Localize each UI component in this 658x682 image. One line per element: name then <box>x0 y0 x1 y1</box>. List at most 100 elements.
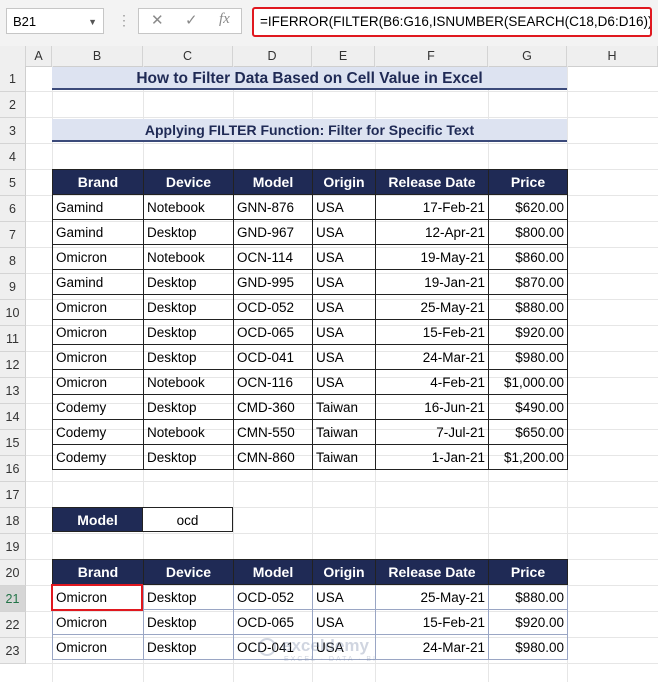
cell-model[interactable]: OCD-052 <box>233 584 313 610</box>
cell-price[interactable]: $980.00 <box>488 344 568 370</box>
row-header-15[interactable]: 15 <box>0 430 26 456</box>
cell-model[interactable]: OCD-065 <box>233 319 313 345</box>
cell-release-date[interactable]: 12-Apr-21 <box>375 219 489 245</box>
cell-brand[interactable]: Omicron <box>52 244 144 270</box>
cell-device[interactable]: Desktop <box>143 444 234 470</box>
select-all-corner[interactable] <box>0 46 26 66</box>
row-header-22[interactable]: 22 <box>0 612 26 638</box>
cell-origin[interactable]: Taiwan <box>312 394 376 420</box>
cell-brand[interactable]: Omicron <box>52 609 144 635</box>
cell-origin[interactable]: Taiwan <box>312 419 376 445</box>
cell-price[interactable]: $920.00 <box>488 609 568 635</box>
cell-device[interactable]: Desktop <box>143 634 234 660</box>
cell-price[interactable]: $920.00 <box>488 319 568 345</box>
cell-model[interactable]: OCN-114 <box>233 244 313 270</box>
cell-price[interactable]: $880.00 <box>488 584 568 610</box>
cell-brand[interactable]: Codemy <box>52 419 144 445</box>
cell-origin[interactable]: USA <box>312 344 376 370</box>
cancel-icon[interactable]: ✕ <box>151 11 164 29</box>
row-header-3[interactable]: 3 <box>0 118 26 144</box>
cell-device[interactable]: Desktop <box>143 319 234 345</box>
column-header-c[interactable]: C <box>143 46 233 66</box>
check-icon[interactable]: ✓ <box>185 11 198 29</box>
cell-brand[interactable]: Codemy <box>52 394 144 420</box>
cell-brand[interactable]: Omicron <box>52 344 144 370</box>
column-header-h[interactable]: H <box>567 46 658 66</box>
criteria-value-cell[interactable]: ocd <box>142 507 233 532</box>
row-header-18[interactable]: 18 <box>0 508 26 534</box>
row-header-4[interactable]: 4 <box>0 144 26 170</box>
column-header-e[interactable]: E <box>312 46 375 66</box>
cell-origin[interactable]: Taiwan <box>312 444 376 470</box>
cell-origin[interactable]: USA <box>312 609 376 635</box>
row-header-6[interactable]: 6 <box>0 196 26 222</box>
column-header-d[interactable]: D <box>233 46 312 66</box>
row-header-16[interactable]: 16 <box>0 456 26 482</box>
cell-model[interactable]: OCD-065 <box>233 609 313 635</box>
cell-release-date[interactable]: 15-Feb-21 <box>375 609 489 635</box>
cell-model[interactable]: OCD-041 <box>233 344 313 370</box>
cell-brand[interactable]: Omicron <box>52 319 144 345</box>
cell-origin[interactable]: USA <box>312 369 376 395</box>
cell-release-date[interactable]: 17-Feb-21 <box>375 194 489 220</box>
row-header-2[interactable]: 2 <box>0 92 26 118</box>
fx-icon[interactable]: fx <box>219 11 230 28</box>
cell-device[interactable]: Notebook <box>143 194 234 220</box>
cell-device[interactable]: Desktop <box>143 609 234 635</box>
cell-price[interactable]: $870.00 <box>488 269 568 295</box>
column-header-b[interactable]: B <box>52 46 143 66</box>
cell-origin[interactable]: USA <box>312 219 376 245</box>
cell-brand[interactable]: Omicron <box>52 369 144 395</box>
cell-brand[interactable]: Gamind <box>52 219 144 245</box>
cell-model[interactable]: OCD-041 <box>233 634 313 660</box>
cell-origin[interactable]: USA <box>312 269 376 295</box>
cell-release-date[interactable]: 7-Jul-21 <box>375 419 489 445</box>
cell-model[interactable]: OCN-116 <box>233 369 313 395</box>
row-header-7[interactable]: 7 <box>0 222 26 248</box>
column-header-g[interactable]: G <box>488 46 567 66</box>
cell-brand[interactable]: Omicron <box>52 634 144 660</box>
row-header-12[interactable]: 12 <box>0 352 26 378</box>
row-header-17[interactable]: 17 <box>0 482 26 508</box>
cell-brand[interactable]: Omicron <box>52 584 144 610</box>
cell-price[interactable]: $880.00 <box>488 294 568 320</box>
cell-brand[interactable]: Codemy <box>52 444 144 470</box>
cell-release-date[interactable]: 15-Feb-21 <box>375 319 489 345</box>
cell-device[interactable]: Desktop <box>143 294 234 320</box>
row-header-11[interactable]: 11 <box>0 326 26 352</box>
row-header-23[interactable]: 23 <box>0 638 26 664</box>
row-header-5[interactable]: 5 <box>0 170 26 196</box>
cell-price[interactable]: $490.00 <box>488 394 568 420</box>
cell-device[interactable]: Notebook <box>143 419 234 445</box>
cell-device[interactable]: Desktop <box>143 584 234 610</box>
cell-release-date[interactable]: 25-May-21 <box>375 584 489 610</box>
row-header-8[interactable]: 8 <box>0 248 26 274</box>
cell-model[interactable]: GND-995 <box>233 269 313 295</box>
cell-model[interactable]: GNN-876 <box>233 194 313 220</box>
cell-device[interactable]: Desktop <box>143 394 234 420</box>
cell-release-date[interactable]: 4-Feb-21 <box>375 369 489 395</box>
row-header-14[interactable]: 14 <box>0 404 26 430</box>
row-header-20[interactable]: 20 <box>0 560 26 586</box>
cell-device[interactable]: Desktop <box>143 219 234 245</box>
formula-input[interactable]: =IFERROR(FILTER(B6:G16,ISNUMBER(SEARCH(C… <box>252 7 652 37</box>
cell-device[interactable]: Notebook <box>143 369 234 395</box>
cell-device[interactable]: Desktop <box>143 344 234 370</box>
row-header-13[interactable]: 13 <box>0 378 26 404</box>
row-header-9[interactable]: 9 <box>0 274 26 300</box>
cell-origin[interactable]: USA <box>312 244 376 270</box>
cell-release-date[interactable]: 19-May-21 <box>375 244 489 270</box>
cell-brand[interactable]: Gamind <box>52 194 144 220</box>
cell-device[interactable]: Notebook <box>143 244 234 270</box>
cell-price[interactable]: $1,000.00 <box>488 369 568 395</box>
cell-origin[interactable]: USA <box>312 194 376 220</box>
cell-model[interactable]: CMN-860 <box>233 444 313 470</box>
cell-release-date[interactable]: 19-Jan-21 <box>375 269 489 295</box>
cell-price[interactable]: $650.00 <box>488 419 568 445</box>
cell-release-date[interactable]: 1-Jan-21 <box>375 444 489 470</box>
cell-origin[interactable]: USA <box>312 319 376 345</box>
cell-release-date[interactable]: 16-Jun-21 <box>375 394 489 420</box>
cell-model[interactable]: OCD-052 <box>233 294 313 320</box>
cell-model[interactable]: CMD-360 <box>233 394 313 420</box>
row-header-19[interactable]: 19 <box>0 534 26 560</box>
